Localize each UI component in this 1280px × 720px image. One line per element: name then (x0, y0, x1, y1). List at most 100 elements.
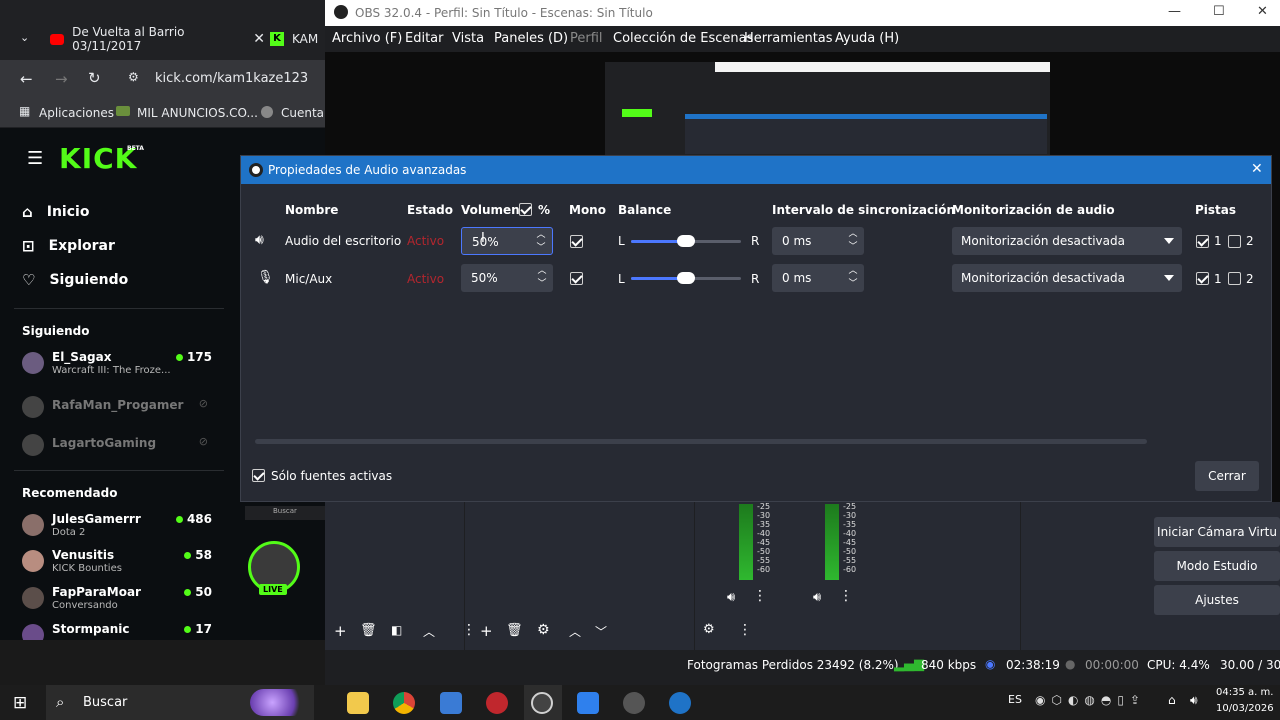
more-icon[interactable]: ⋮ (753, 588, 767, 604)
speaker-icon[interactable]: 🔊︎ (727, 590, 735, 605)
balance-slider[interactable] (631, 272, 741, 284)
close-icon[interactable]: ✕ (1257, 4, 1268, 19)
browser-tab-kick[interactable]: K KAM (270, 24, 330, 54)
following-item[interactable]: El_Sagax Warcraft III: The Froze... 175 (22, 350, 212, 384)
sync-offset-spinbox[interactable]: 0 ms ︿ ﹀ (772, 227, 864, 255)
settings-button[interactable]: Ajustes (1154, 585, 1280, 615)
reload-icon[interactable]: ↻ (88, 69, 101, 87)
chevron-down-icon[interactable]: ﹀ (537, 278, 547, 290)
close-button[interactable]: Cerrar (1195, 461, 1259, 491)
studio-mode-button[interactable]: Modo Estudio (1154, 551, 1280, 581)
volume-spinbox[interactable]: 50% ︿ ﹀ (461, 264, 553, 292)
more-icon[interactable]: ⋮ (738, 622, 752, 638)
nav-inicio[interactable]: ⌂ Inicio (22, 203, 89, 221)
move-up-icon[interactable]: ︿ (423, 623, 435, 640)
move-up-icon[interactable]: ︿ (569, 623, 581, 640)
menu-ayuda[interactable]: Ayuda (H) (835, 31, 899, 46)
forward-icon[interactable]: → (55, 70, 68, 88)
more-icon[interactable]: ⋮ (462, 622, 476, 638)
maximize-icon[interactable]: ☐ (1213, 4, 1225, 19)
horizontal-scrollbar[interactable] (255, 439, 1147, 444)
nav-explorar[interactable]: ⊡ Explorar (22, 237, 115, 255)
bookmark-item[interactable]: Aplicaciones (39, 106, 114, 120)
app-icon[interactable] (486, 692, 508, 714)
monitoring-select[interactable]: Monitorización desactivada (952, 264, 1182, 292)
clock-date[interactable]: 10/03/2026 (1216, 703, 1274, 714)
chevron-up-icon[interactable]: ︿ (848, 265, 858, 277)
volume-spinbox[interactable]: 50% ︿ ﹀ (461, 227, 553, 255)
mixer-settings-icon[interactable]: ⚙ (703, 622, 715, 637)
close-icon[interactable]: ✕ (1251, 161, 1263, 177)
balance-slider[interactable] (631, 235, 741, 247)
chevron-down-icon[interactable]: ﹀ (536, 242, 546, 254)
volume-icon[interactable]: 🔊︎ (1190, 693, 1198, 708)
remove-source-icon[interactable]: 🗑︎ (506, 623, 523, 638)
active-only-label[interactable]: Sólo fuentes activas (271, 469, 392, 483)
chevron-down-icon[interactable]: ⌄ (20, 31, 29, 44)
chevron-down-icon[interactable]: ﹀ (848, 278, 858, 290)
start-virtual-camera-button[interactable]: Iniciar Cámara Virtu (1154, 517, 1280, 547)
track-2-checkbox[interactable] (1228, 235, 1241, 248)
recommended-item[interactable]: Venusitis KICK Bounties 58 (22, 548, 212, 582)
home-icon: ⌂ (22, 203, 33, 221)
chevron-down-icon[interactable]: ﹀ (848, 241, 858, 253)
monitoring-select[interactable]: Monitorización desactivada (952, 227, 1182, 255)
more-icon[interactable]: ⋮ (839, 588, 853, 604)
window-app-icon[interactable] (577, 692, 599, 714)
track-1-checkbox[interactable] (1196, 272, 1209, 285)
bookmarks-bar: ▦ Aplicaciones MIL ANUNCIOS.CO... Cuenta… (0, 98, 336, 128)
menu-archivo[interactable]: Archivo (F) (332, 31, 402, 46)
recommended-item[interactable]: FapParaMoar Conversando 50 (22, 585, 212, 619)
track-1-checkbox[interactable] (1196, 235, 1209, 248)
site-settings-icon[interactable]: ⚙ (128, 70, 139, 84)
chrome-icon[interactable] (393, 692, 415, 714)
close-icon[interactable]: ✕ (253, 31, 265, 47)
clock-time[interactable]: 04:35 a. m. (1216, 687, 1273, 698)
menu-vista[interactable]: Vista (452, 31, 484, 46)
address-bar[interactable]: kick.com/kam1kaze123 (155, 71, 308, 86)
menu-coleccion[interactable]: Colección de Escenas (613, 31, 753, 46)
active-only-checkbox[interactable] (252, 469, 265, 482)
app-icon[interactable] (669, 692, 691, 714)
menu-icon[interactable]: ☰ (27, 148, 43, 169)
browser-tab-youtube[interactable]: De Vuelta al Barrio 03/11/2017 ✕ (50, 24, 265, 54)
nav-siguiendo[interactable]: ♡ Siguiendo (22, 271, 128, 289)
scene-filter-icon[interactable]: ◧ (391, 623, 402, 637)
recommended-item[interactable]: JulesGamerrr Dota 2 486 (22, 512, 212, 546)
slider-thumb[interactable] (677, 235, 695, 247)
back-icon[interactable]: ← (20, 70, 33, 88)
menu-paneles[interactable]: Paneles (D) (494, 31, 568, 46)
chevron-up-icon[interactable]: ︿ (537, 265, 547, 277)
recommended-item[interactable]: Stormpanic 17 (22, 622, 212, 640)
gear-icon[interactable]: ⚙ (537, 622, 550, 638)
track-2-checkbox[interactable] (1228, 272, 1241, 285)
dropdown-arrow-icon (1164, 238, 1174, 244)
windows-start-icon[interactable]: ⊞ (13, 693, 27, 713)
calculator-icon[interactable] (440, 692, 462, 714)
chevron-up-icon[interactable]: ︿ (848, 228, 858, 240)
chevron-up-icon[interactable]: ︿ (536, 229, 546, 241)
mono-checkbox[interactable] (570, 272, 583, 285)
minimize-icon[interactable]: — (1168, 4, 1181, 19)
menu-herramientas[interactable]: Herramientas (744, 31, 833, 46)
move-down-icon[interactable]: ﹀ (595, 623, 607, 640)
percent-toggle-checkbox[interactable] (519, 203, 532, 216)
sync-offset-spinbox[interactable]: 0 ms ︿ ﹀ (772, 264, 864, 292)
menu-editar[interactable]: Editar (405, 31, 444, 46)
mono-checkbox[interactable] (570, 235, 583, 248)
remove-scene-icon[interactable]: 🗑︎ (360, 623, 377, 638)
taskbar-search[interactable]: ⌕ Buscar (46, 685, 314, 720)
following-item[interactable]: LagartoGaming ⊘ (22, 432, 212, 466)
kick-logo[interactable]: KICK (59, 142, 137, 175)
bookmark-item[interactable]: MIL ANUNCIOS.CO... (137, 106, 258, 120)
slider-thumb[interactable] (677, 272, 695, 284)
speaker-icon[interactable]: 🔊︎ (813, 590, 821, 605)
add-scene-icon[interactable]: + (334, 622, 347, 640)
network-icon[interactable]: ⌂ (1168, 693, 1176, 707)
file-explorer-icon[interactable] (347, 692, 369, 714)
language-indicator[interactable]: ES (1008, 693, 1022, 706)
app-icon[interactable] (623, 692, 645, 714)
add-source-icon[interactable]: + (480, 622, 493, 640)
menu-perfil[interactable]: Perfil (570, 31, 603, 46)
following-item[interactable]: RafaMan_Progamer ⊘ (22, 394, 212, 428)
